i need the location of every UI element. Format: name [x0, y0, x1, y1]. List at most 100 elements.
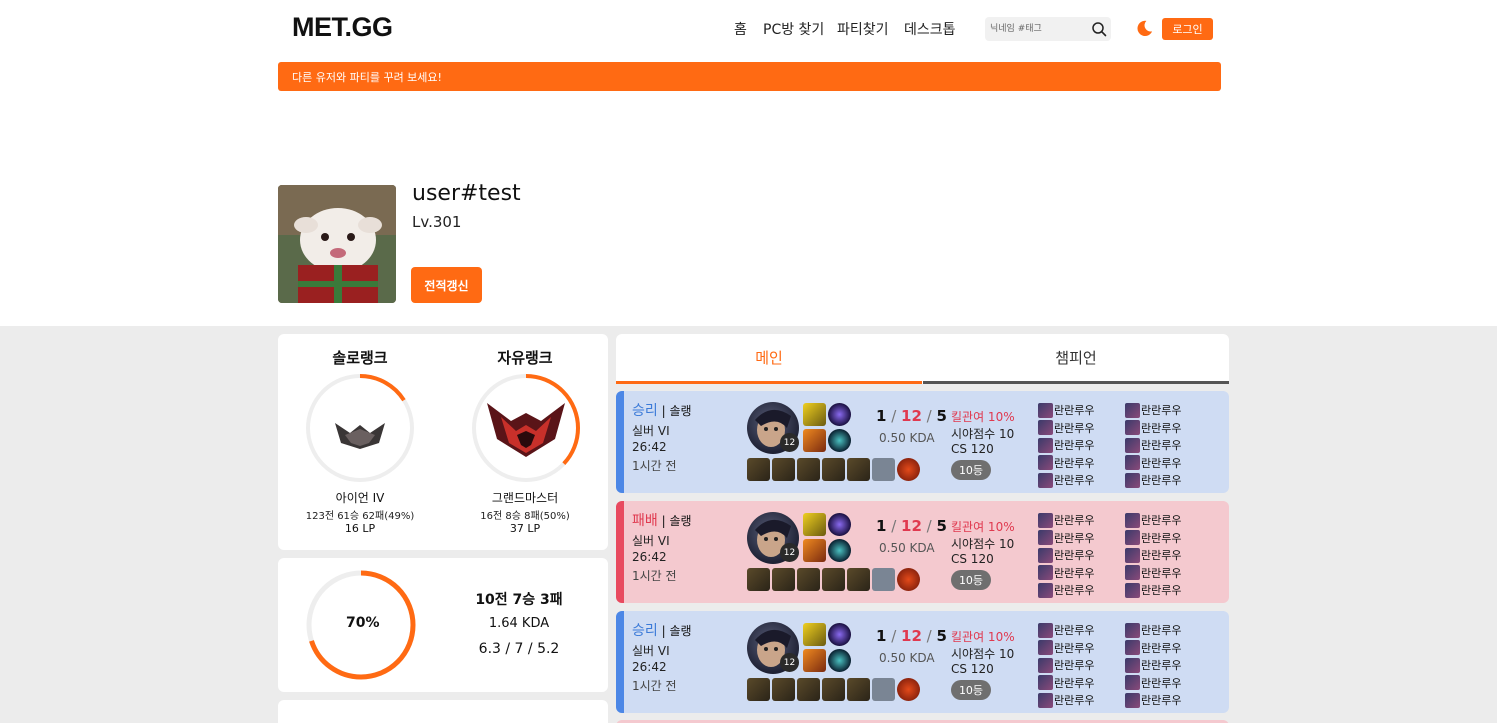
search-icon[interactable] — [1091, 21, 1107, 37]
secondary-rune-icon[interactable] — [828, 539, 851, 562]
item-slot-icon[interactable] — [847, 678, 870, 701]
match-row[interactable]: 승리 | 솔랭 실버 VI 26:42 1시간 전 12 1 / 12 / 5 0.50 K… — [616, 611, 1229, 713]
participant[interactable]: 란란루우 — [1038, 675, 1094, 691]
participant-champion-icon — [1125, 692, 1140, 708]
deaths: 12 — [901, 627, 922, 645]
participant[interactable]: 란란루우 — [1038, 512, 1094, 528]
item-slot-icon[interactable] — [847, 568, 870, 591]
participant[interactable]: 란란루우 — [1125, 622, 1181, 638]
empty-item-slot[interactable] — [872, 678, 895, 701]
item-slot-icon[interactable] — [747, 458, 770, 481]
item-slot-icon[interactable] — [822, 678, 845, 701]
item-slot-icon[interactable] — [797, 678, 820, 701]
participant-champion-icon — [1038, 582, 1053, 598]
primary-rune-icon[interactable] — [828, 403, 851, 426]
flash-spell-icon[interactable] — [803, 623, 826, 646]
placement-badge: 10등 — [951, 460, 991, 480]
item-slot-icon[interactable] — [822, 568, 845, 591]
participant[interactable]: 란란루우 — [1125, 657, 1181, 673]
slash: / — [886, 627, 902, 645]
item-slot-icon[interactable] — [847, 458, 870, 481]
participant-name: 란란루우 — [1054, 641, 1095, 655]
participant[interactable]: 란란루우 — [1125, 530, 1181, 546]
party-banner[interactable]: 다른 유저와 파티를 꾸려 보세요! — [278, 62, 1221, 91]
primary-rune-icon[interactable] — [828, 623, 851, 646]
participant[interactable]: 란란루우 — [1125, 565, 1181, 581]
participant[interactable]: 란란루우 — [1038, 582, 1094, 598]
participant-champion-icon — [1038, 472, 1053, 488]
participant[interactable]: 란란루우 — [1038, 420, 1094, 436]
participant-name: 란란루우 — [1054, 456, 1095, 470]
participant[interactable]: 란란루우 — [1038, 472, 1094, 488]
participant-name: 란란루우 — [1054, 566, 1095, 580]
tab-champion[interactable]: 챔피언 — [923, 334, 1229, 384]
rank-card: 솔로랭크 자유랭크 아이언 IV 123전 61승 62패(49%) 16 LP… — [278, 334, 608, 550]
item-slot-icon[interactable] — [772, 568, 795, 591]
login-button[interactable]: 로그인 — [1162, 18, 1213, 40]
participant[interactable]: 란란루우 — [1038, 657, 1094, 673]
participant[interactable]: 란란루우 — [1125, 512, 1181, 528]
nav-party[interactable]: 파티찾기 — [837, 19, 889, 39]
site-logo[interactable]: MET.GG — [292, 12, 393, 43]
participant[interactable]: 란란루우 — [1125, 402, 1181, 418]
participant[interactable]: 란란루우 — [1038, 622, 1094, 638]
match-row[interactable]: 패배 | 솔랭 실버 VI 26:42 1시간 전 12 1 / 12 / 5 0.50 K… — [616, 501, 1229, 603]
participant[interactable]: 란란루우 — [1125, 455, 1181, 471]
primary-rune-icon[interactable] — [828, 513, 851, 536]
nav-pc-bang[interactable]: PC방 찾기 — [763, 19, 824, 39]
trinket-icon[interactable] — [897, 678, 920, 701]
participant-champion-icon — [1125, 565, 1140, 580]
item-slot-icon[interactable] — [797, 568, 820, 591]
nav-desktop[interactable]: 데스크톱 — [904, 19, 956, 39]
participant[interactable]: 란란루우 — [1038, 692, 1094, 708]
item-slot-icon[interactable] — [772, 678, 795, 701]
item-slot-icon[interactable] — [822, 458, 845, 481]
participant[interactable]: 란란루우 — [1125, 692, 1181, 708]
participant[interactable]: 란란루우 — [1125, 640, 1181, 656]
result-bar — [616, 611, 624, 713]
empty-item-slot[interactable] — [872, 568, 895, 591]
participant-champion-icon — [1125, 455, 1140, 470]
participant[interactable]: 란란루우 — [1038, 455, 1094, 471]
separator: | — [657, 624, 670, 638]
secondary-rune-icon[interactable] — [828, 649, 851, 672]
item-slot-icon[interactable] — [797, 458, 820, 481]
participant-champion-icon — [1125, 402, 1140, 418]
tab-main[interactable]: 메인 — [616, 334, 922, 384]
nav-home[interactable]: 홈 — [734, 19, 747, 39]
solo-rank-record: 123전 61승 62패(49%) — [305, 511, 415, 522]
flash-spell-icon[interactable] — [803, 513, 826, 536]
ignite-spell-icon[interactable] — [803, 539, 826, 562]
match-result-line: 승리 | 솔랭 — [632, 620, 692, 640]
participant[interactable]: 란란루우 — [1125, 420, 1181, 436]
refresh-stats-button[interactable]: 전적갱신 — [411, 267, 482, 303]
participant[interactable]: 란란루우 — [1038, 547, 1094, 563]
ignite-spell-icon[interactable] — [803, 429, 826, 452]
participant[interactable]: 란란루우 — [1038, 565, 1094, 581]
participant[interactable]: 란란루우 — [1038, 402, 1094, 418]
participant[interactable]: 란란루우 — [1038, 530, 1094, 546]
trinket-icon[interactable] — [897, 568, 920, 591]
ignite-spell-icon[interactable] — [803, 649, 826, 672]
item-slot-icon[interactable] — [747, 568, 770, 591]
participant[interactable]: 란란루우 — [1125, 582, 1181, 598]
participant[interactable]: 란란루우 — [1125, 547, 1181, 563]
participant[interactable]: 란란루우 — [1038, 640, 1094, 656]
moon-icon[interactable] — [1135, 19, 1154, 38]
participant[interactable]: 란란루우 — [1125, 675, 1181, 691]
item-slot-icon[interactable] — [772, 458, 795, 481]
search-input[interactable] — [990, 20, 1088, 38]
flash-spell-icon[interactable] — [803, 403, 826, 426]
placement-badge: 10등 — [951, 570, 991, 590]
match-row[interactable]: 승리 | 솔랭 실버 VI 26:42 1시간 전 12 1 / 12 / 5 0.50 K… — [616, 391, 1229, 493]
trinket-icon[interactable] — [897, 458, 920, 481]
participant[interactable]: 란란루우 — [1038, 437, 1094, 453]
match-queue: 솔랭 — [669, 624, 692, 638]
participant[interactable]: 란란루우 — [1125, 472, 1181, 488]
assists: 5 — [936, 517, 947, 535]
empty-item-slot[interactable] — [872, 458, 895, 481]
item-slot-icon[interactable] — [747, 678, 770, 701]
secondary-rune-icon[interactable] — [828, 429, 851, 452]
participant[interactable]: 란란루우 — [1125, 437, 1181, 453]
slash: / — [921, 517, 937, 535]
